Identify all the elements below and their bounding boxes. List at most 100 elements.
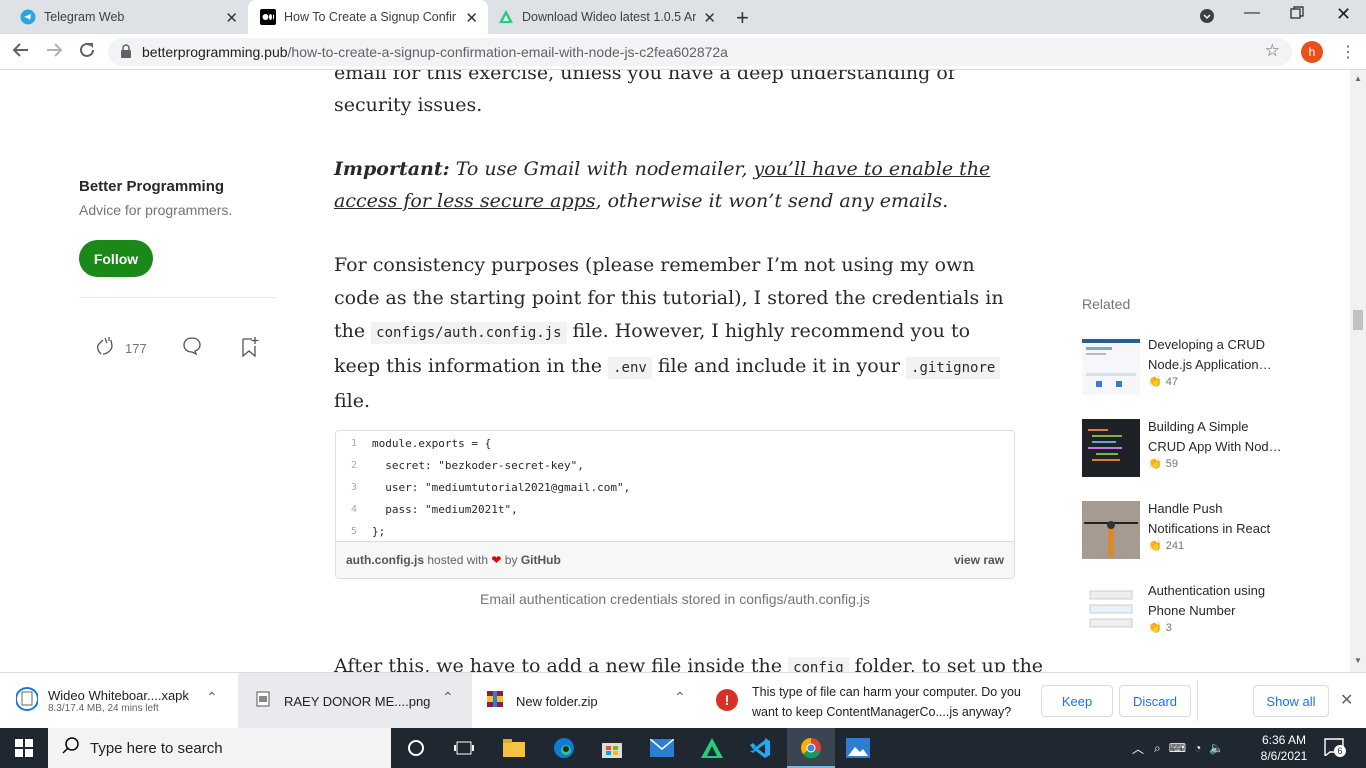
gist-file-link[interactable]: auth.config.js [346,553,424,567]
minimize-button[interactable]: — [1244,4,1260,22]
close-icon[interactable]: ✕ [465,9,478,27]
related-title: Authentication using Phone Number [1148,583,1266,618]
url-path: /how-to-create-a-signup-confirmation-ema… [287,44,728,60]
download-item[interactable]: Wideo Whiteboar....xapk 8.3/17.4 MB, 24 … [0,673,236,729]
file-explorer-icon[interactable] [502,736,526,760]
related-item[interactable]: Building A Simple CRUD App With Nod… 👏 59 [1082,417,1282,477]
code-line: 1 module.exports = { [336,432,1014,454]
clap-icon [94,334,118,363]
menu-kebab-icon[interactable]: ⋮ [1340,42,1356,62]
notification-center-icon[interactable]: 6 [1324,738,1346,758]
wifi-icon[interactable]: ◔ [1194,741,1201,755]
github-link[interactable]: GitHub [521,553,561,567]
related-claps: 👏 59 [1148,457,1178,471]
back-button[interactable] [12,41,30,64]
page-scrollbar[interactable]: ▲ ▼ [1350,70,1366,672]
browser-toolbar: betterprogramming.pub/how-to-create-a-si… [0,34,1366,70]
comment-icon[interactable] [182,336,202,361]
article-paragraph-consistency: For consistency purposes (please remembe… [334,249,1014,418]
bookmark-star-icon[interactable]: ☆ [1265,41,1280,61]
medium-icon [260,9,276,25]
tab-strip: Telegram Web ✕ How To Create a Signup Co… [0,0,1366,34]
related-claps: 👏 241 [1148,539,1185,553]
inline-code: .gitignore [906,357,1001,379]
address-bar[interactable]: betterprogramming.pub/how-to-create-a-si… [108,38,1292,66]
close-window-button[interactable]: ✕ [1336,4,1351,25]
search-placeholder: Type here to search [90,739,223,757]
keep-button[interactable]: Keep [1041,685,1113,717]
clap-count: 3 [1165,621,1172,634]
tab-telegram[interactable]: Telegram Web ✕ [8,0,248,34]
line-number: 2 [350,459,358,471]
related-item[interactable]: Developing a CRUD Node.js Application… 👏… [1082,335,1282,395]
download-bar: Wideo Whiteboar....xapk 8.3/17.4 MB, 24 … [0,672,1366,729]
tab-title: Telegram Web [44,10,125,24]
bookmark-add-icon[interactable] [240,336,260,363]
tray-chevron-icon[interactable]: ︿ [1132,740,1144,757]
restore-button[interactable] [1290,6,1304,25]
store-icon[interactable] [600,736,624,760]
mail-icon[interactable] [650,736,674,760]
close-download-bar-icon[interactable]: ✕ [1340,690,1353,710]
discard-button[interactable]: Discard [1119,685,1191,717]
edge-icon[interactable] [552,736,576,760]
sidebar-divider [79,297,276,298]
scroll-down-icon[interactable]: ▼ [1354,656,1362,665]
chrome-taskbar-active[interactable] [787,728,835,768]
volume-icon[interactable]: 🔈 [1209,741,1224,755]
clap-count: 59 [1165,457,1178,470]
taskbar-search-box[interactable]: Type here to search [48,728,391,768]
related-item[interactable]: Authentication using Phone Number 👏 3 [1082,581,1282,641]
chevron-up-icon[interactable]: ⌃ [674,689,686,706]
tab-article[interactable]: How To Create a Signup Confirm ✕ [248,0,488,34]
scroll-up-icon[interactable]: ▲ [1354,74,1362,83]
publication-name[interactable]: Better Programming [79,178,224,195]
show-all-button[interactable]: Show all [1253,685,1329,717]
follow-button[interactable]: Follow [79,240,153,277]
meet-now-icon[interactable]: ⌕ [1154,741,1161,756]
line-number: 1 [350,437,358,449]
new-tab-button[interactable]: + [736,5,749,31]
apkpure-taskbar-icon[interactable] [700,736,724,760]
chevron-up-icon[interactable]: ⌃ [206,689,218,706]
clap-count: 241 [1165,539,1185,552]
gist-code: 1 module.exports = { 2 secret: "bezkoder-… [336,431,1014,541]
tab-download-wideo[interactable]: Download Wideo latest 1.0.5 And ✕ [488,0,726,34]
important-text: , otherwise it won’t send any emails. [595,190,949,212]
paragraph-text: After this, we have to add a new file in… [334,655,789,672]
photos-icon[interactable] [846,736,870,760]
close-icon[interactable]: ✕ [225,9,238,27]
tab-title: Download Wideo latest 1.0.5 And [522,10,696,24]
by-text: by [504,553,518,567]
clap-count: 47 [1165,375,1178,388]
close-icon[interactable]: ✕ [703,9,716,27]
profile-avatar[interactable]: h [1301,41,1323,63]
download-item[interactable]: RAEY DONOR ME....png ⌃ [238,673,472,729]
view-raw-link[interactable]: view raw [954,553,1004,567]
related-title: Building A Simple CRUD App With Nod… [1148,419,1282,454]
related-thumbnail [1082,501,1140,559]
important-text: To use Gmail with nodemailer, [449,158,754,180]
lock-icon[interactable] [120,44,132,63]
reload-button[interactable] [78,41,96,64]
forward-button[interactable] [45,41,63,64]
vscode-icon[interactable] [748,736,772,760]
input-method-icon[interactable]: ⌨ [1169,741,1186,755]
clap-count: 177 [125,341,147,356]
article-paragraph-after: After this, we have to add a new file in… [334,650,1043,672]
chrome-icon [799,736,823,760]
chevron-up-icon[interactable]: ⌃ [442,689,454,706]
related-item[interactable]: Handle Push Notifications in React 👏 241 [1082,499,1282,559]
clock[interactable]: 6:36 AM 8/6/2021 [1254,728,1314,768]
line-number: 4 [350,503,358,515]
windows-start-icon[interactable] [12,736,36,760]
clap-button[interactable]: 177 [94,334,147,363]
cortana-icon[interactable] [404,736,428,760]
code-text: pass: "medium2021t", [372,502,518,516]
task-view-icon[interactable] [452,736,476,760]
download-warning-text: This type of file can harm your computer… [752,685,1021,719]
scrollbar-thumb[interactable] [1353,310,1363,330]
page-content: Better Programming Advice for programmer… [0,70,1350,672]
tab-search-icon[interactable] [1199,8,1215,29]
download-item[interactable]: New folder.zip ⌃ [474,673,700,729]
